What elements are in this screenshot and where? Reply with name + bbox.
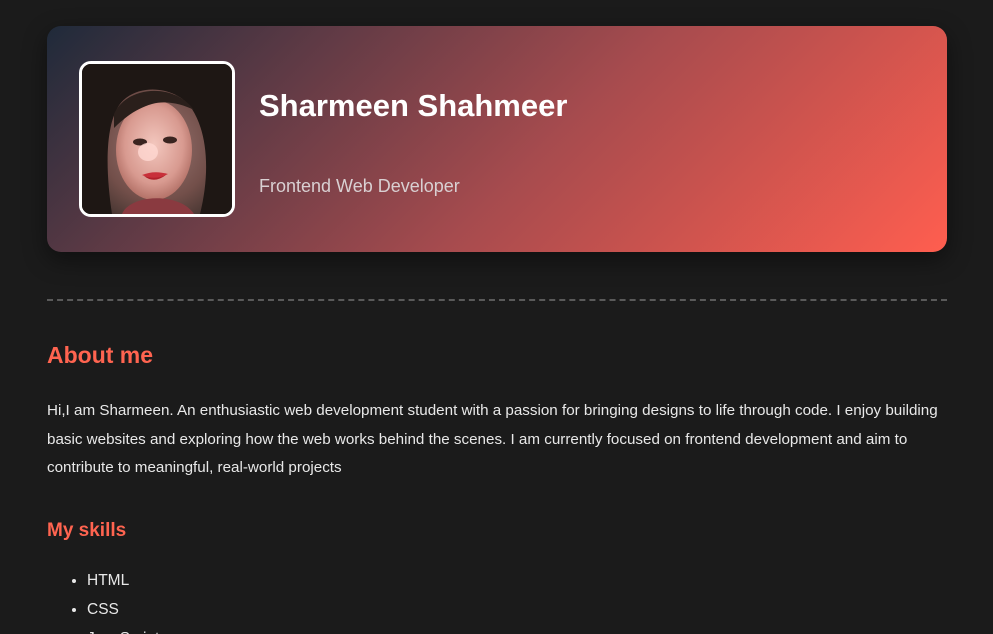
about-text: Hi,I am Sharmeen. An enthusiastic web de… (47, 402, 938, 476)
section-divider (47, 299, 947, 301)
profile-header-card: Sharmeen Shahmeer Frontend Web Developer (47, 26, 947, 252)
list-item: CSS (87, 595, 159, 624)
list-item: JavaScript (87, 624, 159, 634)
profile-role: Frontend Web Developer (259, 176, 460, 196)
page: Sharmeen Shahmeer Frontend Web Developer… (0, 0, 993, 634)
avatar (79, 61, 235, 217)
profile-name: Sharmeen Shahmeer (259, 88, 568, 123)
skills-list: HTML CSS JavaScript (47, 566, 159, 634)
list-item: HTML (87, 566, 159, 595)
profile-photo-icon (82, 64, 232, 214)
skills-heading: My skills (47, 520, 127, 541)
about-heading: About me (47, 342, 154, 368)
